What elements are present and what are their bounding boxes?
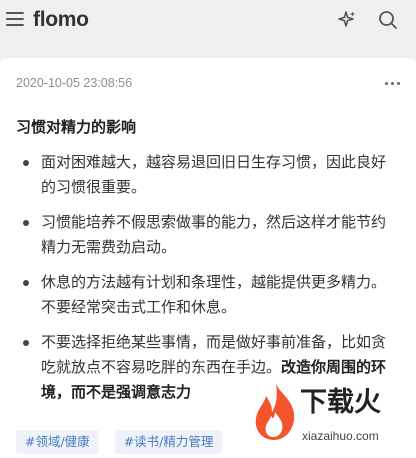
more-horizontal-icon[interactable]: [385, 82, 400, 85]
site-watermark: 下载火 xiazaihuo.com: [250, 376, 416, 458]
list-item: 休息的方法越有计划和条理性，越能提供更多精力。不要经常突击式工作和休息。: [16, 270, 400, 320]
search-icon[interactable]: [377, 9, 399, 31]
tag-health[interactable]: #领域/健康: [16, 430, 99, 454]
app-logo: flomo: [33, 8, 89, 31]
hamburger-menu-icon[interactable]: [6, 12, 24, 28]
flame-logo-icon: [255, 384, 295, 440]
tag-energy-management[interactable]: #读书/精力管理: [114, 430, 223, 454]
list-item: 面对困难越大，越容易退回旧日生存习惯，因此良好的习惯很重要。: [16, 150, 400, 200]
list-item-text: 休息的方法越有计划和条理性，越能提供更多精力。不要经常突击式工作和休息。: [41, 273, 387, 316]
list-item: 习惯能培养不假思索做事的能力，然后这样才能节约精力无需费劲启动。: [16, 210, 400, 260]
tag-list: #领域/健康 #读书/精力管理: [16, 430, 223, 454]
sparkle-icon[interactable]: [337, 10, 357, 30]
memo-timestamp: 2020-10-05 23:08:56: [16, 76, 133, 90]
watermark-url: xiazaihuo.com: [302, 429, 379, 443]
list-item-text: 面对困难越大，越容易退回旧日生存习惯，因此良好的习惯很重要。: [41, 153, 387, 196]
watermark-text: 下载火: [300, 387, 381, 418]
list-item-text: 习惯能培养不假思索做事的能力，然后这样才能节约精力无需费劲启动。: [41, 213, 387, 256]
memo-title: 习惯对精力的影响: [16, 118, 137, 136]
top-bar: flomo: [0, 0, 416, 44]
